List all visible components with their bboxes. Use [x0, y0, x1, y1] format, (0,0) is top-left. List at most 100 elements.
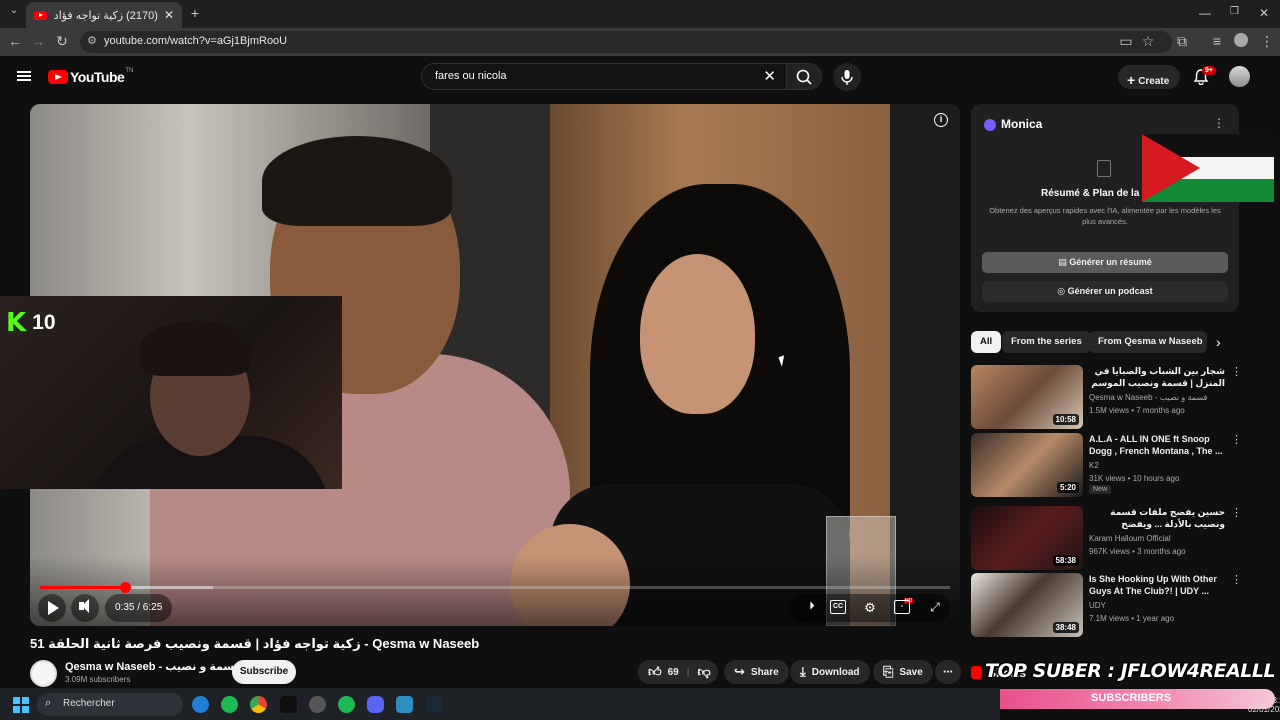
channel-avatar[interactable]: [30, 660, 57, 687]
search-icon: ⌕: [45, 697, 52, 709]
account-avatar[interactable]: [1229, 66, 1250, 87]
extensions-icon[interactable]: ⧉: [1173, 33, 1191, 50]
recommended-video[interactable]: 5:20 A.L.A - ALL IN ONE ft Snoop Dogg , …: [971, 433, 1242, 497]
more-actions-button[interactable]: ⋯: [935, 660, 961, 684]
subtitles-icon[interactable]: CC: [830, 600, 846, 614]
fullscreen-icon[interactable]: ⤢: [927, 600, 943, 614]
search-button[interactable]: [786, 63, 822, 90]
generate-summary-button[interactable]: ▤ Générer un résumé: [982, 252, 1228, 273]
more-options-icon[interactable]: ⋮: [1231, 433, 1242, 446]
video-channel[interactable]: K2: [1089, 461, 1099, 470]
browser-tab-active[interactable]: (2170) زكية تواجه فؤاد | قسمة ون ✕: [26, 2, 182, 28]
more-options-icon[interactable]: ⋮: [1231, 573, 1242, 586]
edge-icon[interactable]: [192, 696, 209, 713]
video-channel[interactable]: UDY: [1089, 601, 1106, 610]
progress-bar[interactable]: [40, 582, 950, 593]
channel-name[interactable]: Qesma w Naseeb - قسمة و نصيب ✔: [65, 660, 252, 673]
chip-all[interactable]: All: [971, 331, 1002, 353]
voice-search-button[interactable]: [833, 63, 861, 91]
chrome-icon[interactable]: [250, 696, 267, 713]
video-thumbnail[interactable]: 10:58: [971, 365, 1083, 429]
obs-icon[interactable]: [309, 696, 326, 713]
tiktok-icon[interactable]: [280, 696, 297, 713]
taskbar-search-input[interactable]: ⌕ Rechercher: [37, 693, 183, 716]
create-button[interactable]: + Create: [1118, 65, 1180, 89]
menu-icon[interactable]: [17, 71, 31, 81]
subscriber-count: 3.09M subscribers: [65, 675, 131, 684]
back-icon[interactable]: ←: [6, 33, 24, 49]
cast-icon[interactable]: ▭: [1117, 33, 1135, 50]
windows-start-icon[interactable]: [13, 697, 29, 713]
tab-search-icon[interactable]: ⌄: [5, 5, 23, 16]
subscribe-button[interactable]: Subscribe: [232, 660, 296, 684]
scrubber-handle[interactable]: [119, 582, 131, 593]
recommended-video[interactable]: 10:58 شجار بين الشباب والصبايا في المنزل…: [971, 365, 1242, 429]
video-title[interactable]: A.L.A - ALL IN ONE ft Snoop Dogg , Frenc…: [1089, 433, 1225, 457]
search-input[interactable]: fares ou nicola ✕: [421, 63, 787, 90]
tab-close-icon[interactable]: ✕: [164, 8, 174, 22]
minimize-icon[interactable]: —: [1199, 6, 1211, 20]
video-title[interactable]: شجار بين الشباب والصبايا في المنزل | قسم…: [1089, 365, 1225, 391]
video-thumbnail[interactable]: 38:48: [971, 573, 1083, 637]
duration-badge: 38:48: [1052, 622, 1079, 633]
monica-menu-icon[interactable]: ⋮: [1213, 116, 1225, 130]
window-close-icon[interactable]: ✕: [1259, 6, 1269, 20]
info-card-icon[interactable]: i: [934, 113, 948, 127]
forward-icon[interactable]: →: [29, 33, 47, 49]
summary-icon: ▤: [1058, 257, 1070, 267]
chevron-right-icon[interactable]: ›: [1216, 334, 1221, 350]
share-button[interactable]: ↪ Share: [724, 660, 789, 684]
autoplay-toggle-icon[interactable]: ⏵: [804, 600, 820, 614]
kick-logo-icon: K: [6, 308, 27, 338]
bookmark-star-icon[interactable]: ☆: [1139, 33, 1157, 50]
address-bar[interactable]: ⚙ youtube.com/watch?v=aGj1BjmRooU: [80, 31, 1172, 53]
site-info-icon[interactable]: ⚙: [87, 34, 97, 47]
play-button[interactable]: [38, 594, 66, 622]
video-thumbnail[interactable]: 5:20: [971, 433, 1083, 497]
discord-icon[interactable]: [367, 696, 384, 713]
app-icon[interactable]: [396, 696, 413, 713]
download-button[interactable]: ⤓ Download: [790, 660, 870, 684]
mute-button[interactable]: [71, 594, 99, 622]
video-title[interactable]: حسين يفضح ملفات قسمة ونصيب بالأدلة ... و…: [1089, 506, 1225, 532]
save-button[interactable]: ⎘ Save: [873, 660, 933, 684]
youtube-logo[interactable]: YouTube TN: [48, 68, 133, 85]
chip-from-channel[interactable]: From Qesma w Naseeb: [1089, 331, 1207, 353]
more-options-icon[interactable]: ⋮: [1231, 506, 1242, 519]
generate-podcast-button[interactable]: ◎ Générer un podcast: [982, 281, 1228, 302]
more-options-icon[interactable]: ⋮: [1231, 365, 1242, 378]
palestine-flag-icon: [1142, 134, 1274, 202]
video-meta: 31K views • 10 hours ago: [1089, 474, 1180, 483]
play-icon: [48, 601, 59, 615]
steam-icon[interactable]: [426, 696, 443, 713]
chip-from-the-series[interactable]: From the series: [1002, 331, 1091, 353]
like-icon[interactable]: 👍︎: [648, 664, 662, 680]
miniplayer-icon[interactable]: ▫: [894, 600, 910, 614]
reading-list-icon[interactable]: ≡: [1208, 33, 1226, 49]
progress-played: [40, 586, 125, 589]
video-channel[interactable]: Karam Halloum Official: [1089, 534, 1171, 543]
reload-icon[interactable]: ↻: [53, 33, 71, 50]
spotify-alt-icon[interactable]: [338, 696, 355, 713]
clear-search-icon[interactable]: ✕: [763, 67, 776, 85]
video-thumbnail[interactable]: 58:38: [971, 506, 1083, 570]
duration-badge: 10:58: [1052, 414, 1079, 425]
logo-wordmark: YouTube: [70, 69, 125, 85]
settings-gear-icon[interactable]: ⚙: [862, 600, 878, 615]
new-tab-icon[interactable]: +: [186, 5, 204, 21]
spotify-icon[interactable]: [221, 696, 238, 713]
profile-avatar[interactable]: [1234, 33, 1248, 47]
like-dislike-group: 👍︎ 69 | 👎︎: [638, 660, 718, 684]
video-title[interactable]: Is She Hooking Up With Other Guys At The…: [1089, 573, 1225, 597]
dislike-icon[interactable]: 👎︎: [698, 664, 711, 680]
browser-menu-icon[interactable]: ⋮: [1258, 33, 1276, 50]
youtube-favicon-icon: [34, 10, 47, 20]
maximize-icon[interactable]: ❐: [1230, 6, 1239, 17]
microphone-icon: [841, 70, 853, 85]
shorts-logo-icon: [971, 666, 982, 679]
recommended-video[interactable]: 38:48 Is She Hooking Up With Other Guys …: [971, 573, 1242, 637]
duration-badge: 5:20: [1056, 482, 1079, 493]
recommended-video[interactable]: 58:38 حسين يفضح ملفات قسمة ونصيب بالأدلة…: [971, 506, 1242, 570]
video-channel[interactable]: Qesma w Naseeb - قسمة و نصيب: [1089, 393, 1207, 402]
tray-clock[interactable]: 03:20 02/01/2026: [1248, 696, 1280, 714]
